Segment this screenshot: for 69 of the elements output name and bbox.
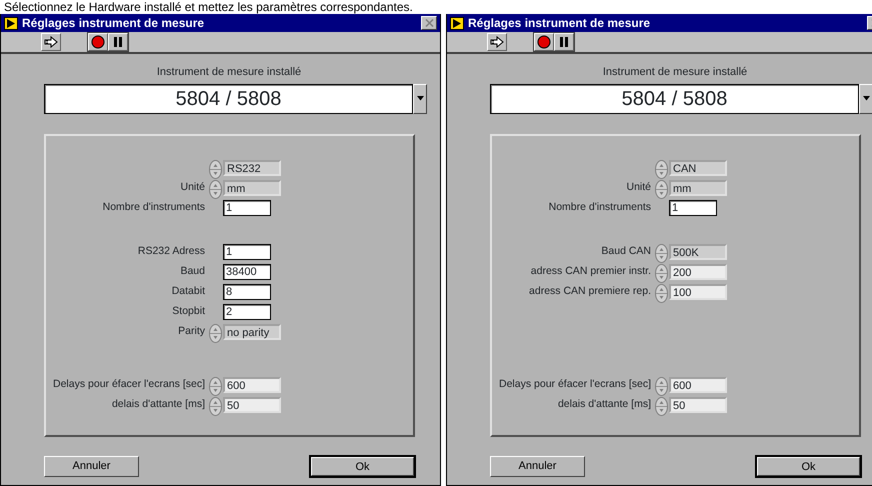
stop-button[interactable] [88, 33, 108, 51]
instrument-label: Instrument de mesure installé [156, 65, 302, 80]
ok-button[interactable]: Ok [310, 456, 415, 476]
field-label: Nombre d'instruments [102, 200, 206, 215]
input-field[interactable]: 1 [223, 244, 271, 260]
spinner-arrows-icon[interactable] [655, 262, 668, 281]
field-label: Baud CAN [600, 244, 652, 259]
input-field[interactable]: 8 [223, 284, 271, 300]
field-label: Unité [625, 180, 652, 195]
app-icon [450, 16, 464, 30]
caption-text: Sélectionnez le Hardware installé et mettez les paramètres correspondantes. [3, 0, 414, 14]
spinner-arrows-icon[interactable] [655, 242, 668, 261]
numeric-field[interactable]: 100 [669, 284, 727, 300]
field-label: adress CAN premier instr. [530, 264, 652, 279]
pause-button[interactable] [108, 33, 128, 51]
field-label: delais d'attante [ms] [110, 396, 206, 412]
stop-button[interactable] [534, 33, 554, 51]
field-label: delais d'attante [ms] [556, 396, 652, 412]
window-title: Réglages instrument de mesure [22, 15, 206, 32]
field-label: Baud [179, 264, 206, 279]
input-field[interactable]: 1 [223, 200, 271, 216]
field-label: Nombre d'instruments [548, 200, 652, 215]
spinner-arrows-icon[interactable] [655, 178, 668, 197]
cancel-button[interactable]: Annuler [44, 456, 139, 476]
field-label: adress CAN premiere rep. [528, 284, 652, 299]
window-title: Réglages instrument de mesure [468, 15, 652, 32]
pause-icon [113, 36, 123, 48]
spinner-arrows-icon[interactable] [655, 395, 668, 414]
input-field[interactable]: 2 [223, 304, 271, 320]
spinner-arrows-icon[interactable] [209, 158, 222, 177]
numeric-field[interactable]: 200 [669, 264, 727, 280]
spinner-arrows-icon[interactable] [209, 322, 222, 341]
input-field[interactable]: 38400 [223, 264, 271, 280]
field-label: Delays pour éfacer l'ecrans [sec] [52, 376, 206, 392]
spinner-arrows-icon[interactable] [655, 375, 668, 394]
field-label: Delays pour éfacer l'ecrans [sec] [498, 376, 652, 392]
numeric-field[interactable]: 600 [223, 376, 281, 392]
spinner-arrows-icon[interactable] [209, 395, 222, 414]
numeric-field[interactable]: 50 [669, 396, 727, 412]
input-field[interactable]: 1 [669, 200, 717, 216]
ring-selector[interactable]: mm [223, 180, 281, 196]
instrument-label: Instrument de mesure installé [602, 65, 748, 80]
ring-selector[interactable]: mm [669, 180, 727, 196]
spinner-arrows-icon[interactable] [209, 375, 222, 394]
ring-selector[interactable]: no parity [223, 324, 281, 340]
app-icon [4, 16, 18, 30]
ok-button[interactable]: Ok [756, 456, 861, 476]
spinner-arrows-icon[interactable] [655, 158, 668, 177]
ring-selector[interactable]: RS232 [223, 160, 281, 176]
field-label: Unité [179, 180, 206, 195]
numeric-field[interactable]: 50 [223, 396, 281, 412]
close-button[interactable] [421, 16, 437, 30]
ring-selector[interactable]: CAN [669, 160, 727, 176]
field-label: Databit [170, 284, 206, 299]
stop-icon [537, 35, 551, 49]
field-label: Parity [177, 324, 206, 339]
numeric-field[interactable]: 600 [669, 376, 727, 392]
caret-icon [416, 96, 424, 101]
cancel-button[interactable]: Annuler [490, 456, 585, 476]
spinner-arrows-icon[interactable] [209, 178, 222, 197]
field-label: Stopbit [171, 304, 206, 319]
spinner-arrows-icon[interactable] [655, 282, 668, 301]
ring-selector[interactable]: 500K [669, 244, 727, 260]
caret-icon [862, 96, 870, 101]
field-label: RS232 Adress [136, 244, 206, 259]
close-icon [424, 19, 434, 27]
stop-icon [91, 35, 105, 49]
pause-button[interactable] [554, 33, 574, 51]
pause-icon [559, 36, 569, 48]
